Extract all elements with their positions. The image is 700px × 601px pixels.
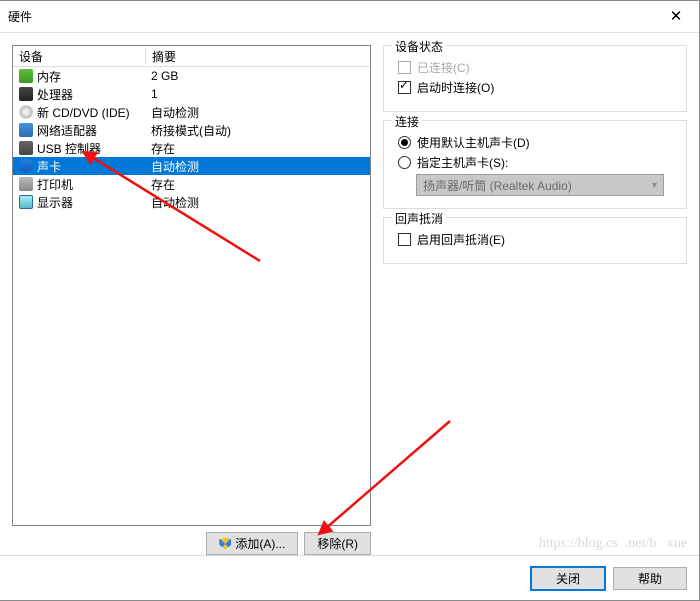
opt-use-default[interactable]: 使用默认主机声卡(D) <box>398 134 676 151</box>
table-row[interactable]: 处理器 1 <box>13 85 370 103</box>
green-icon <box>19 69 33 83</box>
chevron-down-icon: ▾ <box>652 180 657 191</box>
radio-specify[interactable] <box>398 156 411 169</box>
opt-enable-echo[interactable]: 启用回声抵消(E) <box>398 231 676 248</box>
device-summary: 1 <box>145 87 370 101</box>
soundcard-combo: 扬声器/听筒 (Realtek Audio) ▾ <box>416 174 664 196</box>
label-use-default: 使用默认主机声卡(D) <box>417 134 530 151</box>
add-button[interactable]: 添加(A)... <box>206 532 298 555</box>
table-body: 内存2 GB处理器1新 CD/DVD (IDE)自动检测网络适配器桥接模式(自动… <box>13 67 370 525</box>
label-specify: 指定主机声卡(S): <box>417 154 508 171</box>
group-device-status-legend: 设备状态 <box>392 38 446 55</box>
monitor-icon <box>19 195 33 209</box>
label-enable-echo: 启用回声抵消(E) <box>417 231 505 248</box>
device-summary: 桥接模式(自动) <box>145 122 370 139</box>
remove-button[interactable]: 移除(R) <box>304 532 371 555</box>
add-button-label: 添加(A)... <box>235 535 285 552</box>
device-name-cell: 内存 <box>13 68 145 85</box>
device-buttons: 添加(A)... 移除(R) <box>12 532 371 555</box>
device-name-cell: 网络适配器 <box>13 122 145 139</box>
close-button[interactable]: 关闭 <box>531 567 605 590</box>
device-summary: 存在 <box>145 176 370 193</box>
label-connected: 已连接(C) <box>417 59 470 76</box>
table-row[interactable]: 显示器 自动检测 <box>13 193 370 211</box>
table-row[interactable]: 新 CD/DVD (IDE) 自动检测 <box>13 103 370 121</box>
chip-icon <box>19 87 33 101</box>
disc-icon <box>19 105 33 119</box>
footer: 关闭 帮助 <box>0 555 699 600</box>
printer-icon <box>19 177 33 191</box>
titlebar: 硬件 ✕ <box>0 1 699 33</box>
close-button-label: 关闭 <box>556 570 580 587</box>
col-header-summary[interactable]: 摘要 <box>146 48 370 65</box>
device-name: 新 CD/DVD (IDE) <box>37 104 130 121</box>
device-table: 设备 摘要 内存2 GB处理器1新 CD/DVD (IDE)自动检测网络适配器桥… <box>12 45 371 526</box>
device-name-cell: USB 控制器 <box>13 140 145 157</box>
help-button[interactable]: 帮助 <box>613 567 687 590</box>
sound-icon <box>19 159 33 173</box>
remove-button-label: 移除(R) <box>317 535 358 552</box>
table-row[interactable]: 网络适配器 桥接模式(自动) <box>13 121 370 139</box>
group-connection-legend: 连接 <box>392 113 422 130</box>
usb-icon <box>19 141 33 155</box>
device-summary: 存在 <box>145 140 370 157</box>
device-name: 网络适配器 <box>37 122 97 139</box>
device-summary: 自动检测 <box>145 158 370 175</box>
device-name: 内存 <box>37 68 61 85</box>
help-button-label: 帮助 <box>638 570 662 587</box>
table-row[interactable]: 内存 2 GB <box>13 67 370 85</box>
soundcard-combo-value: 扬声器/听筒 (Realtek Audio) <box>423 177 572 194</box>
device-name: 显示器 <box>37 194 73 211</box>
checkbox-connect-at-poweron[interactable] <box>398 81 411 94</box>
table-row[interactable]: USB 控制器 存在 <box>13 139 370 157</box>
dialog-body: 设备 摘要 内存2 GB处理器1新 CD/DVD (IDE)自动检测网络适配器桥… <box>0 33 699 555</box>
device-name-cell: 新 CD/DVD (IDE) <box>13 104 145 121</box>
opt-connect-at-poweron[interactable]: 启动时连接(O) <box>398 79 676 96</box>
net-icon <box>19 123 33 137</box>
right-panel: 设备状态 已连接(C) 启动时连接(O) 连接 使用默认主机声卡(D) <box>383 45 687 555</box>
shield-icon <box>219 538 231 550</box>
group-echo-legend: 回声抵消 <box>392 210 446 227</box>
col-header-device[interactable]: 设备 <box>13 48 146 65</box>
hardware-dialog: 硬件 ✕ 设备 摘要 内存2 GB处理器1新 CD/DVD (IDE)自动检测网… <box>0 0 700 601</box>
checkbox-enable-echo[interactable] <box>398 233 411 246</box>
radio-use-default[interactable] <box>398 136 411 149</box>
checkbox-connected <box>398 61 411 74</box>
close-icon[interactable]: ✕ <box>653 1 699 32</box>
table-header: 设备 摘要 <box>13 46 370 67</box>
label-connect-at-poweron: 启动时连接(O) <box>417 79 494 96</box>
opt-connected: 已连接(C) <box>398 59 676 76</box>
device-name: 声卡 <box>37 158 61 175</box>
group-connection: 连接 使用默认主机声卡(D) 指定主机声卡(S): 扬声器/听筒 (Realte… <box>383 120 687 209</box>
window-title: 硬件 <box>8 8 653 25</box>
device-name-cell: 声卡 <box>13 158 145 175</box>
device-name: USB 控制器 <box>37 140 101 157</box>
group-echo: 回声抵消 启用回声抵消(E) <box>383 217 687 264</box>
device-name-cell: 显示器 <box>13 194 145 211</box>
device-name-cell: 处理器 <box>13 86 145 103</box>
opt-specify[interactable]: 指定主机声卡(S): <box>398 154 676 171</box>
table-row[interactable]: 声卡 自动检测 <box>13 157 370 175</box>
device-name: 打印机 <box>37 176 73 193</box>
device-name-cell: 打印机 <box>13 176 145 193</box>
left-panel: 设备 摘要 内存2 GB处理器1新 CD/DVD (IDE)自动检测网络适配器桥… <box>12 45 371 555</box>
device-summary: 自动检测 <box>145 104 370 121</box>
device-summary: 2 GB <box>145 69 370 83</box>
table-row[interactable]: 打印机 存在 <box>13 175 370 193</box>
device-summary: 自动检测 <box>145 194 370 211</box>
group-device-status: 设备状态 已连接(C) 启动时连接(O) <box>383 45 687 112</box>
device-name: 处理器 <box>37 86 73 103</box>
